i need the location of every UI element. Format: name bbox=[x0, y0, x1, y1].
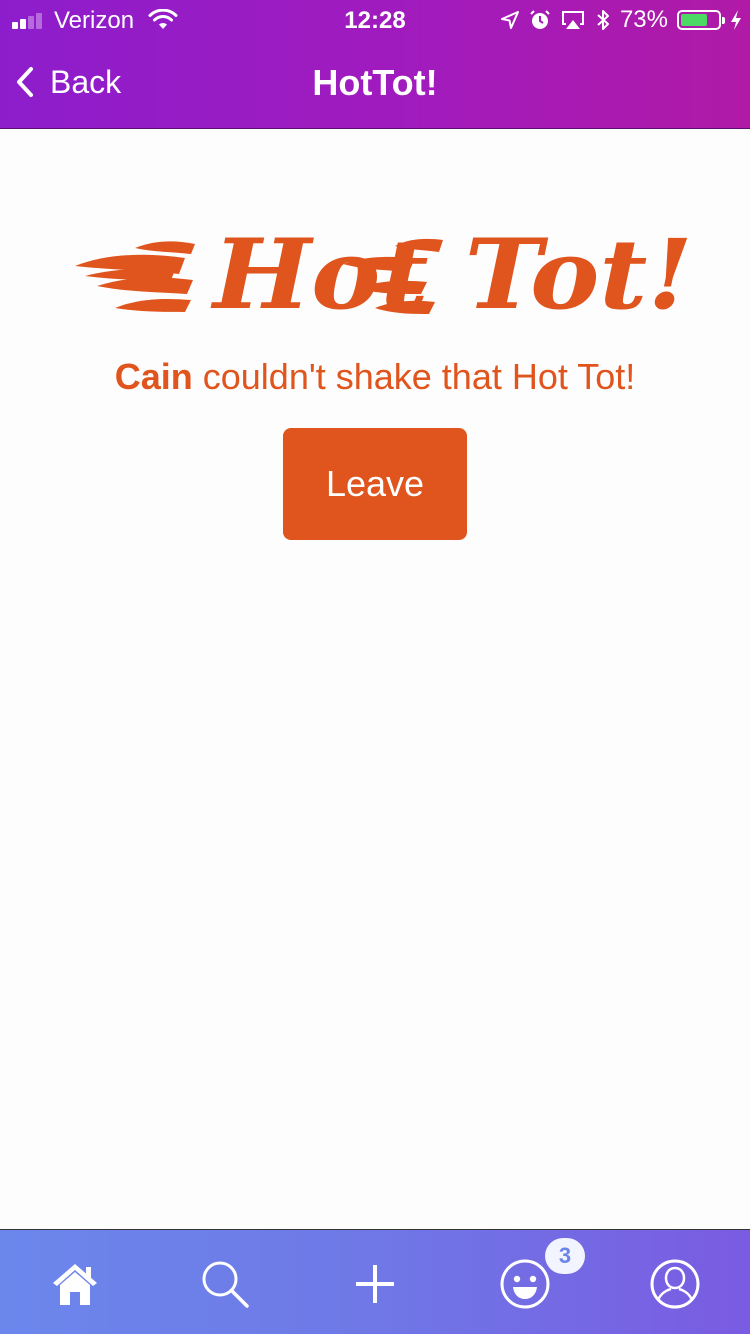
notification-badge: 3 bbox=[545, 1238, 585, 1274]
charging-bolt-icon bbox=[731, 10, 741, 30]
navigation-bar: Back HotTot! bbox=[0, 40, 750, 128]
plus-icon bbox=[356, 1265, 394, 1303]
airplay-icon bbox=[561, 11, 584, 29]
status-indicators: 73% bbox=[500, 6, 742, 34]
bluetooth-icon bbox=[597, 10, 609, 30]
search-icon bbox=[202, 1261, 249, 1308]
hot-tot-logo: Hot Tot! bbox=[75, 228, 690, 320]
battery-level-fill bbox=[681, 14, 707, 26]
tab-home[interactable] bbox=[49, 1258, 101, 1310]
leave-button[interactable]: Leave bbox=[283, 428, 467, 540]
tab-notifications[interactable] bbox=[499, 1258, 551, 1310]
tab-profile[interactable] bbox=[649, 1258, 701, 1310]
profile-icon bbox=[650, 1259, 700, 1309]
back-button[interactable]: Back bbox=[14, 60, 121, 104]
screen: Verizon 12:28 73% Back HotTot! Hot Tot! … bbox=[0, 0, 750, 1334]
location-arrow-icon bbox=[500, 11, 519, 29]
player-name: Cain bbox=[114, 356, 193, 397]
status-bar: Verizon 12:28 73% bbox=[0, 0, 750, 40]
result-message-text: couldn't shake that Hot Tot! bbox=[192, 356, 636, 397]
tab-search[interactable] bbox=[199, 1258, 251, 1310]
result-message: Cain couldn't shake that Hot Tot! bbox=[0, 356, 750, 398]
logo-text: Hot Tot! bbox=[210, 228, 690, 320]
smiley-icon bbox=[500, 1259, 550, 1309]
app-header: Verizon 12:28 73% Back HotTot! bbox=[0, 0, 750, 129]
battery-percentage: 73% bbox=[619, 6, 668, 33]
tab-bar: 3 bbox=[0, 1229, 750, 1334]
tab-create[interactable] bbox=[349, 1258, 401, 1310]
chevron-left-icon bbox=[17, 67, 33, 97]
home-icon bbox=[53, 1264, 97, 1305]
alarm-clock-icon bbox=[530, 10, 550, 29]
battery-icon bbox=[677, 10, 725, 30]
back-label: Back bbox=[50, 63, 122, 100]
